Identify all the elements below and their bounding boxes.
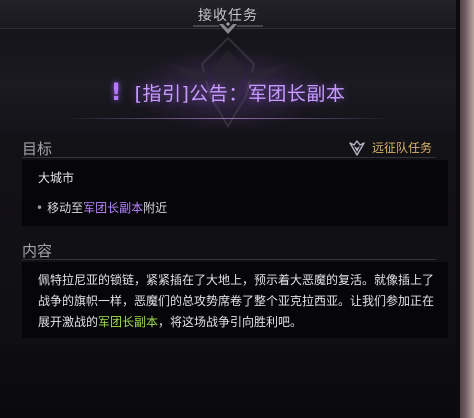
step-prefix: 移动至 [47,201,84,215]
quest-type-badge: 远征队任务 [348,139,432,156]
quest-description: 佩特拉尼亚的锁链，紧紧插在了大地上，预示着大恶魔的复活。就像插上了战争的旗帜一样… [38,270,438,333]
banner-divider [60,118,396,119]
step-bullet: • [36,201,44,215]
goal-location: 大城市 [38,171,75,185]
content-divider [22,259,436,260]
goal-box: 大城市 • 移动至军团长副本附近 [22,160,448,226]
expedition-emblem-icon [349,139,365,156]
goal-section-label: 目标 [22,140,53,158]
content-box: 佩特拉尼亚的锁链，紧紧插在了大地上，预示着大恶魔的复活。就像插上了战争的旗帜一样… [22,262,448,338]
step-target-link[interactable]: 军团长副本 [83,201,143,215]
footer-area [0,345,456,418]
goal-divider [22,157,436,158]
exclamation-icon: ! [110,78,122,106]
content-section-label: 内容 [22,242,53,260]
quest-title-row: ! [指引]公告：军团长副本 [0,78,456,106]
description-highlight: 军团长副本 [98,315,159,329]
quest-title: [指引]公告：军团长副本 [134,82,346,105]
step-suffix: 附近 [143,201,168,215]
quest-accept-window: 接收任务 ! [指引]公告：军团长副本 目标 远征队任务 大城市 • 移动至军团… [0,0,474,418]
goal-step: • 移动至军团长副本附近 [36,199,167,216]
description-text-2: ，将这场战争引向胜利吧。 [158,315,303,329]
side-background-strip [456,0,474,418]
quest-type-label: 远征队任务 [371,141,432,155]
